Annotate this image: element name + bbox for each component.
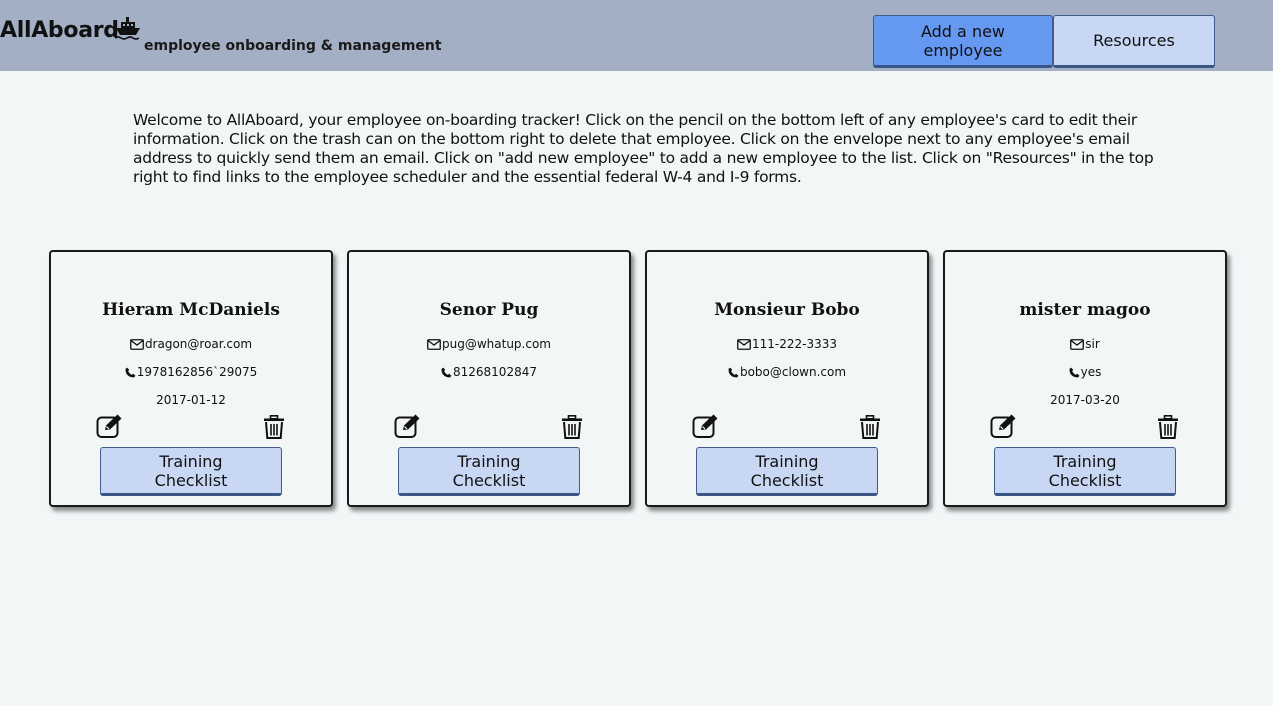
- training-checklist-button[interactable]: Training Checklist: [696, 447, 878, 496]
- employee-card: mister magoo sir yes 2017-03-20 Training Che…: [943, 250, 1227, 507]
- employee-email[interactable]: dragon@roar.com: [145, 337, 252, 351]
- training-checklist-button[interactable]: Training Checklist: [398, 447, 580, 496]
- employee-card: Hieram McDaniels dragon@roar.com 197816285…: [49, 250, 333, 507]
- employee-name: Monsieur Bobo: [714, 300, 860, 320]
- employee-phone-row: yes: [945, 365, 1225, 379]
- ship-icon: [114, 17, 140, 40]
- edit-icon[interactable]: [990, 413, 1018, 439]
- trash-icon[interactable]: [859, 415, 881, 439]
- envelope-icon[interactable]: [427, 339, 441, 350]
- employee-card: Monsieur Bobo 111-222-3333 bobo@clown.com T…: [645, 250, 929, 507]
- employee-email-row: dragon@roar.com: [51, 337, 331, 351]
- employee-start-date: 2017-01-12: [156, 393, 226, 407]
- employee-start-date: 2017-03-20: [1050, 393, 1120, 407]
- training-checklist-button[interactable]: Training Checklist: [994, 447, 1176, 496]
- employee-email[interactable]: pug@whatup.com: [442, 337, 551, 351]
- trash-icon[interactable]: [1157, 415, 1179, 439]
- envelope-icon[interactable]: [130, 339, 144, 350]
- edit-icon[interactable]: [692, 413, 720, 439]
- top-header: AllAboard employee onboarding & manageme…: [0, 0, 1273, 71]
- employee-name: Senor Pug: [439, 300, 539, 320]
- employee-phone: 1978162856`29075: [136, 365, 258, 379]
- phone-icon: [728, 367, 739, 378]
- phone-icon: [125, 367, 136, 378]
- employee-name: Hieram McDaniels: [102, 300, 280, 320]
- employee-phone-row: 1978162856`29075: [51, 365, 331, 379]
- trash-icon[interactable]: [561, 415, 583, 439]
- edit-icon[interactable]: [394, 413, 422, 439]
- employee-email[interactable]: sir: [1085, 337, 1100, 351]
- employee-phone-row: 81268102847: [349, 365, 629, 379]
- employee-email-row: pug@whatup.com: [349, 337, 629, 351]
- resources-button[interactable]: Resources: [1053, 15, 1215, 68]
- phone-icon: [1069, 367, 1080, 378]
- employee-phone: yes: [1080, 365, 1102, 379]
- employee-phone: bobo@clown.com: [739, 365, 847, 379]
- employee-email[interactable]: 111-222-3333: [752, 337, 837, 351]
- add-employee-button[interactable]: Add a new employee: [873, 15, 1053, 68]
- employee-card: Senor Pug pug@whatup.com 81268102847 Traini…: [347, 250, 631, 507]
- employee-phone-row: bobo@clown.com: [647, 365, 927, 379]
- app-tagline: employee onboarding & management: [144, 38, 442, 54]
- employee-email-row: 111-222-3333: [647, 337, 927, 351]
- envelope-icon[interactable]: [1070, 339, 1085, 350]
- employee-email-row: sir: [945, 337, 1225, 351]
- employee-phone: 81268102847: [453, 365, 537, 379]
- app-brand[interactable]: AllAboard: [0, 18, 119, 43]
- phone-icon: [441, 367, 452, 378]
- employee-name: mister magoo: [1019, 300, 1151, 320]
- edit-icon[interactable]: [96, 413, 124, 439]
- envelope-icon[interactable]: [737, 339, 751, 350]
- trash-icon[interactable]: [263, 415, 285, 439]
- welcome-text: Welcome to AllAboard, your employee on-b…: [133, 111, 1154, 186]
- training-checklist-button[interactable]: Training Checklist: [100, 447, 282, 496]
